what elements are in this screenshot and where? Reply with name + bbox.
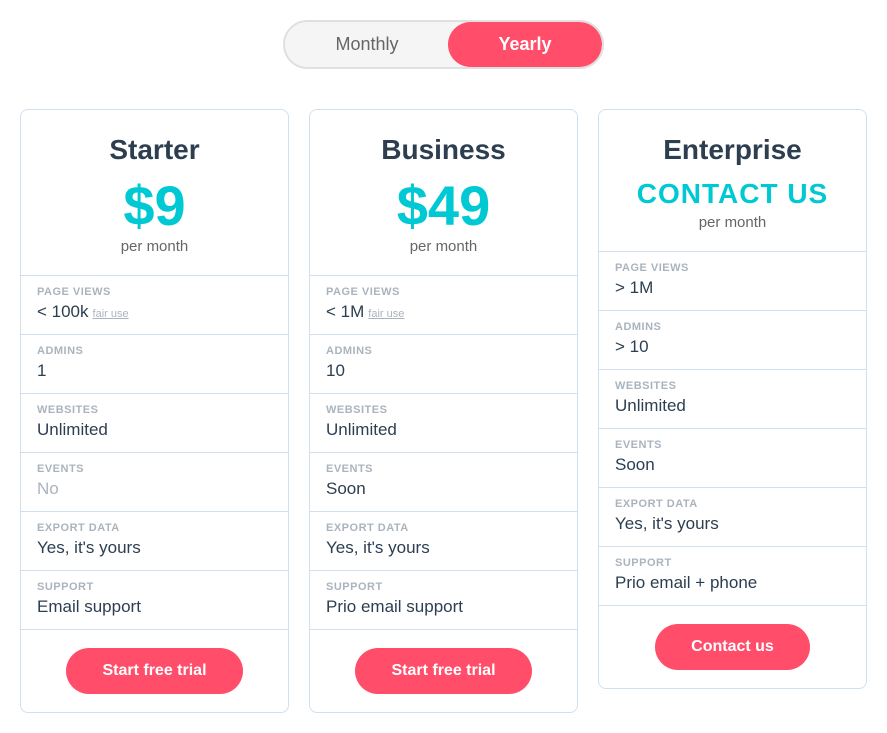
feature-value: Soon	[326, 479, 366, 499]
feature-value: < 100k	[37, 302, 89, 322]
feature-label: SUPPORT	[37, 581, 272, 593]
feature-label: SUPPORT	[615, 557, 850, 569]
billing-toggle: Monthly Yearly	[283, 20, 603, 69]
fair-use-link[interactable]: fair use	[368, 308, 404, 320]
cta-container-enterprise: Contact us	[599, 606, 866, 688]
feature-value: Unlimited	[37, 420, 108, 440]
plan-card-business: Business $49 per month PAGE VIEWS < 1M fair u…	[309, 109, 578, 713]
feature-value: Yes, it's yours	[615, 514, 719, 534]
feature-label: SUPPORT	[326, 581, 561, 593]
cta-container-business: Start free trial	[310, 630, 577, 712]
feature-label: ADMINS	[615, 321, 850, 333]
feature-label: EVENTS	[37, 463, 272, 475]
feature-label: PAGE VIEWS	[326, 286, 561, 298]
monthly-toggle-btn[interactable]: Monthly	[285, 22, 448, 67]
feature-value: > 1M	[615, 278, 653, 298]
plan-price-business: $49	[330, 178, 557, 234]
feature-row: ADMINS 10	[310, 335, 577, 394]
feature-label: EXPORT DATA	[326, 522, 561, 534]
feature-row: EVENTS Soon	[310, 453, 577, 512]
plan-price-enterprise: CONTACT US	[619, 178, 846, 210]
plans-container: Starter $9 per month PAGE VIEWS < 100k fair u…	[20, 109, 867, 713]
feature-value: 10	[326, 361, 345, 381]
feature-row: EVENTS No	[21, 453, 288, 512]
fair-use-link[interactable]: fair use	[93, 308, 129, 320]
plan-header-enterprise: Enterprise CONTACT US per month	[599, 110, 866, 252]
feature-value: Yes, it's yours	[37, 538, 141, 558]
plan-card-starter: Starter $9 per month PAGE VIEWS < 100k fair u…	[20, 109, 289, 713]
feature-row: WEBSITES Unlimited	[310, 394, 577, 453]
cta-container-starter: Start free trial	[21, 630, 288, 712]
cta-btn-starter[interactable]: Start free trial	[66, 648, 242, 694]
feature-row: SUPPORT Prio email support	[310, 571, 577, 630]
cta-btn-business[interactable]: Start free trial	[355, 648, 531, 694]
feature-value: Email support	[37, 597, 141, 617]
feature-label: WEBSITES	[37, 404, 272, 416]
feature-row: ADMINS 1	[21, 335, 288, 394]
feature-label: PAGE VIEWS	[615, 262, 850, 274]
feature-row: WEBSITES Unlimited	[21, 394, 288, 453]
feature-row: EXPORT DATA Yes, it's yours	[310, 512, 577, 571]
feature-row: ADMINS > 10	[599, 311, 866, 370]
yearly-toggle-btn[interactable]: Yearly	[448, 22, 601, 67]
feature-row: PAGE VIEWS < 100k fair use	[21, 276, 288, 335]
plan-card-enterprise: Enterprise CONTACT US per month PAGE VIEWS >…	[598, 109, 867, 689]
feature-value: No	[37, 479, 59, 499]
feature-row: EXPORT DATA Yes, it's yours	[599, 488, 866, 547]
feature-row: EXPORT DATA Yes, it's yours	[21, 512, 288, 571]
plan-name-enterprise: Enterprise	[619, 134, 846, 166]
plan-period-enterprise: per month	[619, 214, 846, 231]
feature-label: ADMINS	[37, 345, 272, 357]
feature-value: Soon	[615, 455, 655, 475]
feature-row: PAGE VIEWS < 1M fair use	[310, 276, 577, 335]
plan-name-starter: Starter	[41, 134, 268, 166]
plan-header-business: Business $49 per month	[310, 110, 577, 276]
feature-label: WEBSITES	[615, 380, 850, 392]
plan-name-business: Business	[330, 134, 557, 166]
feature-value: < 1M	[326, 302, 364, 322]
plan-price-starter: $9	[41, 178, 268, 234]
feature-row: PAGE VIEWS > 1M	[599, 252, 866, 311]
feature-row: SUPPORT Email support	[21, 571, 288, 630]
feature-value: Prio email + phone	[615, 573, 757, 593]
feature-value: Unlimited	[326, 420, 397, 440]
feature-label: EVENTS	[326, 463, 561, 475]
plan-period-business: per month	[330, 238, 557, 255]
feature-label: EVENTS	[615, 439, 850, 451]
feature-value: Unlimited	[615, 396, 686, 416]
feature-label: EXPORT DATA	[37, 522, 272, 534]
feature-row: EVENTS Soon	[599, 429, 866, 488]
feature-value: 1	[37, 361, 46, 381]
feature-label: PAGE VIEWS	[37, 286, 272, 298]
feature-label: ADMINS	[326, 345, 561, 357]
feature-row: WEBSITES Unlimited	[599, 370, 866, 429]
cta-btn-enterprise[interactable]: Contact us	[655, 624, 810, 670]
feature-row: SUPPORT Prio email + phone	[599, 547, 866, 606]
feature-value: > 10	[615, 337, 649, 357]
feature-value: Prio email support	[326, 597, 463, 617]
plan-header-starter: Starter $9 per month	[21, 110, 288, 276]
plan-period-starter: per month	[41, 238, 268, 255]
feature-value: Yes, it's yours	[326, 538, 430, 558]
feature-label: WEBSITES	[326, 404, 561, 416]
feature-label: EXPORT DATA	[615, 498, 850, 510]
